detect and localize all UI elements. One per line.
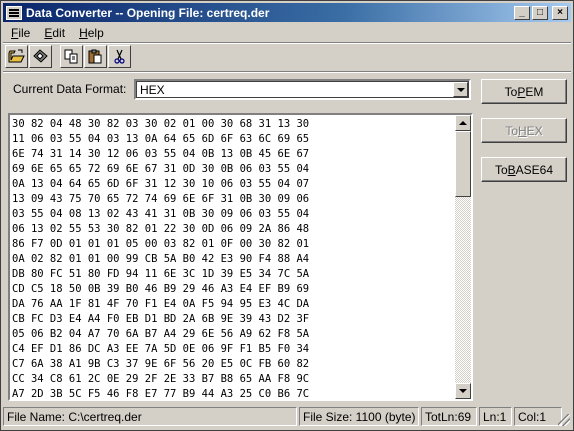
chevron-up-icon [459, 121, 467, 125]
cut-button[interactable] [108, 45, 131, 68]
format-selected-value: HEX [140, 83, 165, 97]
close-button[interactable]: × [552, 5, 568, 20]
resize-grip[interactable] [558, 414, 570, 426]
paste-button[interactable] [84, 45, 107, 68]
copy-button[interactable] [60, 45, 83, 68]
hex-line: 30 82 04 48 30 82 03 30 02 01 00 30 68 3… [12, 118, 310, 130]
menu-bar: File Edit Help [3, 23, 110, 42]
menu-file[interactable]: File [3, 26, 36, 40]
data-text-area[interactable]: 30 82 04 48 30 82 03 30 02 01 00 30 68 3… [8, 113, 473, 401]
hex-line: 6E 74 31 14 30 12 06 03 55 04 0B 13 0B 4… [12, 148, 310, 160]
format-dropdown[interactable]: HEX [134, 79, 471, 100]
scroll-down-button[interactable] [455, 383, 471, 399]
status-bar: File Name: C:\certreq.der File Size: 110… [3, 407, 571, 427]
hex-line: C7 6A 38 A1 9B C3 37 9E 6F 56 20 E5 0C F… [12, 358, 310, 370]
cut-scissors-icon [114, 49, 125, 64]
menu-edit[interactable]: Edit [36, 26, 71, 40]
toolbar [5, 45, 132, 69]
hex-line: 0A 13 04 64 65 6D 6F 31 12 30 10 06 03 5… [12, 178, 310, 190]
dropdown-arrow-button[interactable] [453, 82, 468, 97]
vertical-scrollbar[interactable] [455, 115, 471, 399]
hex-line: 13 09 43 75 70 65 72 74 69 6E 6F 31 0B 3… [12, 193, 310, 205]
open-button[interactable] [5, 45, 28, 68]
status-total-lines: TotLn:69 [421, 407, 477, 426]
toolbar-divider-bottom [3, 71, 571, 73]
open-folder-icon [8, 49, 25, 63]
status-line: Ln:1 [479, 407, 512, 426]
status-file-name: File Name: C:\certreq.der [3, 407, 297, 426]
hex-line: 86 F7 0D 01 01 01 05 00 03 82 01 0F 00 3… [12, 238, 310, 250]
maximize-button[interactable]: □ [532, 5, 548, 20]
hex-content: 30 82 04 48 30 82 03 30 02 01 00 30 68 3… [12, 117, 454, 397]
chevron-down-icon [456, 87, 465, 92]
hex-line: DB 80 FC 51 80 FD 94 11 6E 3C 1D 39 E5 3… [12, 268, 310, 280]
format-label: Current Data Format: [13, 82, 127, 96]
menu-help[interactable]: Help [71, 26, 110, 40]
title-bar[interactable]: Data Converter -- Opening File: certreq.… [3, 3, 571, 22]
to-hex-button[interactable]: To H EX [481, 118, 567, 143]
hex-line: DA 76 AA 1F 81 4F 70 F1 E4 0A F5 94 95 E… [12, 298, 310, 310]
toolbar-divider-top [3, 42, 571, 44]
status-column: Col:1 [514, 407, 562, 426]
chevron-down-icon [459, 389, 467, 393]
hex-line: 03 55 04 08 13 02 43 41 31 0B 30 09 06 0… [12, 208, 310, 220]
app-icon [6, 5, 22, 20]
hex-line: CB FC D3 E4 A4 F0 EB D1 BD 2A 6B 9E 39 4… [12, 313, 310, 325]
hex-line: A7 2D 3B 5C F5 46 F8 E7 77 B9 44 A3 25 C… [12, 388, 310, 397]
app-window: Data Converter -- Opening File: certreq.… [0, 0, 574, 431]
window-title: Data Converter -- Opening File: certreq.… [26, 5, 270, 20]
hex-line: 05 06 B2 04 A7 70 6A B7 A4 29 6E 56 A9 6… [12, 328, 310, 340]
hex-line: 11 06 03 55 04 03 13 0A 64 65 6D 6F 63 6… [12, 133, 310, 145]
hex-line: 06 13 02 55 53 30 82 01 22 30 0D 06 09 2… [12, 223, 310, 235]
scroll-thumb[interactable] [455, 131, 471, 197]
to-pem-button[interactable]: To P EM [481, 79, 567, 104]
hex-line: C4 EF D1 86 DC A3 EE 7A 5D 0E 06 9F F1 B… [12, 343, 310, 355]
to-base64-button[interactable]: To B ASE64 [481, 157, 567, 182]
scroll-up-button[interactable] [455, 115, 471, 131]
save-button[interactable] [29, 45, 52, 68]
hex-line: CD C5 18 50 0B 39 B0 46 B9 29 46 A3 E4 E… [12, 283, 310, 295]
copy-icon [64, 49, 78, 64]
paste-icon [88, 49, 102, 64]
hex-line: CC 34 C8 61 2C 0E 29 2F 2E 33 B7 B8 65 A… [12, 373, 310, 385]
save-disk-icon [33, 49, 48, 63]
hex-line: 0A 02 82 01 01 00 99 CB 5A B0 42 E3 90 F… [12, 253, 310, 265]
status-file-size: File Size: 1100 (byte) [299, 407, 419, 426]
hex-line: 69 6E 65 65 72 69 6E 67 31 0D 30 0B 06 0… [12, 163, 310, 175]
minimize-button[interactable]: _ [514, 5, 530, 20]
